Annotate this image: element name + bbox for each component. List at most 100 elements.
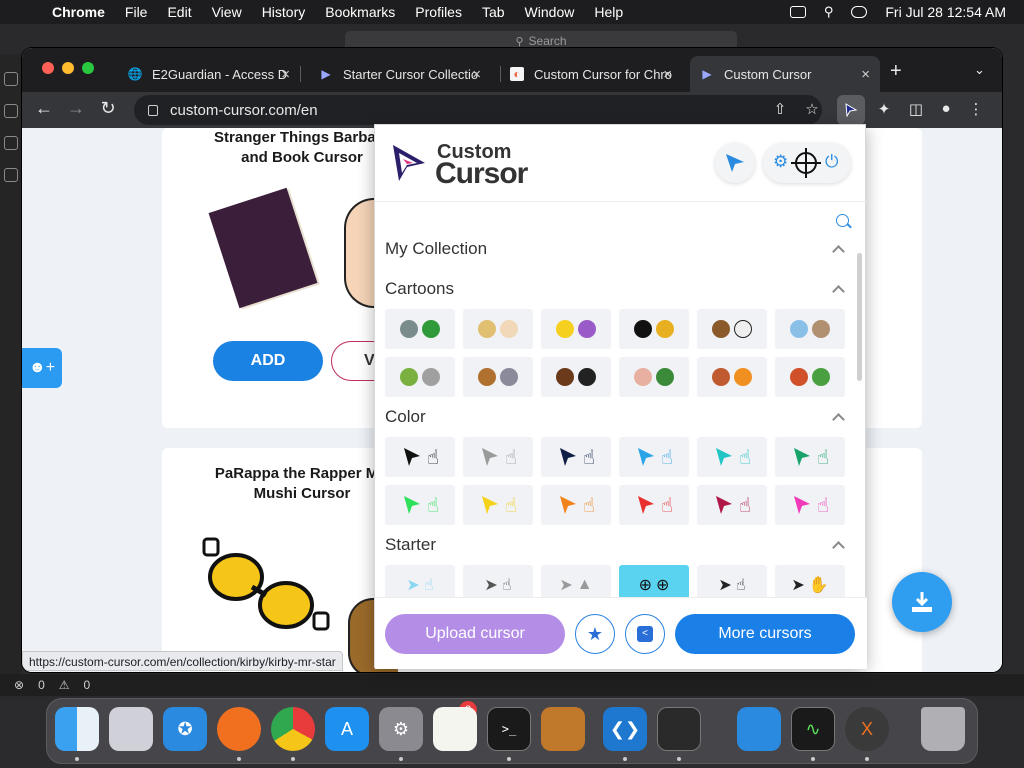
cursor-mode-button[interactable] [715, 143, 755, 183]
trash-app-icon[interactable] [921, 707, 965, 751]
tab-custom-cursor[interactable]: ▶ Custom Cursor × [690, 56, 880, 92]
cursor-pack-item[interactable] [775, 309, 845, 349]
add-cursor-button[interactable]: ADD [213, 341, 323, 381]
color-cursor-item[interactable]: ☝ [619, 437, 689, 477]
terminal-app-icon[interactable]: >_ [487, 707, 531, 751]
cursor-pack-item[interactable]: ➤ ☝ [697, 565, 767, 597]
warning-count[interactable]: 0 [84, 678, 91, 692]
community-widget-button[interactable]: ☻+ [22, 348, 62, 388]
cursor-pack-item[interactable]: ➤ ✋ [775, 565, 845, 597]
finder-app-icon[interactable] [55, 707, 99, 751]
close-tab-icon[interactable]: × [281, 66, 290, 83]
share-button[interactable]: < [625, 614, 665, 654]
section-my-collection[interactable]: My Collection [385, 237, 847, 261]
cursor-pack-item[interactable] [775, 357, 845, 397]
tab-e2guardian[interactable]: 🌐 E2Guardian - Access D × [118, 56, 300, 92]
cursor-pack-item[interactable] [697, 357, 767, 397]
cursor-pack-item[interactable]: ➤ ☝ [385, 565, 455, 597]
menu-history[interactable]: History [262, 4, 306, 20]
custom-cursor-extension-button[interactable] [837, 95, 865, 125]
menu-file[interactable]: File [125, 4, 148, 20]
cursor-pack-item[interactable] [619, 357, 689, 397]
system-settings-app-icon[interactable]: ⚙ [379, 707, 423, 751]
back-button[interactable]: ← [32, 98, 56, 119]
cursor-pack-item[interactable] [385, 357, 455, 397]
error-count[interactable]: 0 [38, 678, 45, 692]
keynote-app-icon[interactable] [737, 707, 781, 751]
menu-tab[interactable]: Tab [482, 4, 505, 20]
download-fab-button[interactable] [892, 572, 952, 632]
lock-icon[interactable] [148, 104, 158, 116]
cursor-pack-item[interactable] [463, 357, 533, 397]
screen-mirroring-icon[interactable] [789, 6, 806, 18]
color-cursor-item[interactable]: ☝ [619, 485, 689, 525]
card-title[interactable]: Stranger Things Barbara and Book Cursor [202, 128, 402, 168]
menu-bookmarks[interactable]: Bookmarks [325, 4, 395, 20]
new-tab-button[interactable]: + [890, 60, 902, 83]
cursor-pack-item[interactable] [697, 309, 767, 349]
garageband-app-icon[interactable] [541, 707, 585, 751]
bookmark-star-icon[interactable]: ☆ [802, 100, 822, 118]
x11-app-icon[interactable]: X [845, 707, 889, 751]
script-editor-app-icon[interactable] [657, 707, 701, 751]
launchpad-app-icon[interactable] [109, 707, 153, 751]
menu-help[interactable]: Help [594, 4, 623, 20]
url-text[interactable]: custom-cursor.com/en [170, 102, 318, 119]
textedit-app-icon[interactable] [433, 707, 477, 751]
cursor-pack-item[interactable] [463, 309, 533, 349]
profile-avatar-icon[interactable]: ● [936, 100, 956, 117]
popup-scrollbar[interactable] [857, 235, 863, 597]
section-color[interactable]: Color [385, 405, 847, 429]
cursor-pack-item[interactable] [541, 309, 611, 349]
section-starter[interactable]: Starter [385, 533, 847, 557]
menubar-clock[interactable]: Fri Jul 28 12:54 AM [885, 4, 1006, 20]
chevron-up-icon[interactable] [832, 244, 845, 258]
cursor-pack-item[interactable]: ➤ ☝ [463, 565, 533, 597]
close-tab-icon[interactable]: × [663, 66, 672, 83]
activity-monitor-app-icon[interactable]: ∿ [791, 707, 835, 751]
color-cursor-item[interactable]: ☝ [541, 437, 611, 477]
section-cartoons[interactable]: Cartoons [385, 277, 847, 301]
color-cursor-item[interactable]: ☝ [775, 485, 845, 525]
color-cursor-item[interactable]: ☝ [697, 437, 767, 477]
menu-app-name[interactable]: Chrome [52, 4, 105, 20]
search-icon[interactable] [836, 214, 849, 227]
menu-profiles[interactable]: Profiles [415, 4, 462, 20]
cursor-pack-item-selected[interactable]: ⊕ ⊕ [619, 565, 689, 597]
close-window-button[interactable] [42, 62, 54, 74]
upload-cursor-button[interactable]: Upload cursor [385, 614, 565, 654]
spotlight-search-icon[interactable]: ⚲ [824, 4, 834, 20]
search-icon[interactable] [4, 104, 18, 118]
vscode-app-icon[interactable]: ❮❯ [603, 707, 647, 751]
source-control-icon[interactable] [4, 136, 18, 150]
more-cursors-button[interactable]: More cursors [675, 614, 855, 654]
cursor-pack-item[interactable] [619, 309, 689, 349]
color-cursor-item[interactable]: ☝ [463, 485, 533, 525]
close-tab-icon[interactable]: × [472, 66, 481, 83]
power-icon[interactable]: ⏻ [825, 152, 838, 172]
color-cursor-item[interactable]: ☝ [541, 485, 611, 525]
menu-edit[interactable]: Edit [167, 4, 191, 20]
color-cursor-item[interactable]: ☝ [697, 485, 767, 525]
cursor-pack-item[interactable]: ➤ ▲ [541, 565, 611, 597]
color-cursor-item[interactable]: ☝ [775, 437, 845, 477]
side-panel-icon[interactable]: ◫ [906, 100, 926, 118]
firefox-app-icon[interactable] [217, 707, 261, 751]
color-cursor-item[interactable]: ☝ [385, 485, 455, 525]
menu-window[interactable]: Window [525, 4, 575, 20]
address-bar[interactable]: custom-cursor.com/en [134, 95, 822, 125]
explorer-icon[interactable] [4, 72, 18, 86]
forward-button[interactable]: → [64, 98, 88, 119]
minimize-window-button[interactable] [62, 62, 74, 74]
control-center-icon[interactable] [851, 6, 868, 18]
cursor-pack-item[interactable] [385, 309, 455, 349]
color-cursor-item[interactable]: ☝ [385, 437, 455, 477]
zoom-window-button[interactable] [82, 62, 94, 74]
close-tab-icon[interactable]: × [861, 66, 870, 83]
chrome-app-icon[interactable] [271, 707, 315, 751]
tab-search-chevron-icon[interactable]: ⌄ [974, 62, 985, 78]
reload-button[interactable]: ↻ [96, 98, 120, 119]
extensions-icon[interactable] [4, 168, 18, 182]
menu-view[interactable]: View [212, 4, 242, 20]
safari-app-icon[interactable]: ✪ [163, 707, 207, 751]
